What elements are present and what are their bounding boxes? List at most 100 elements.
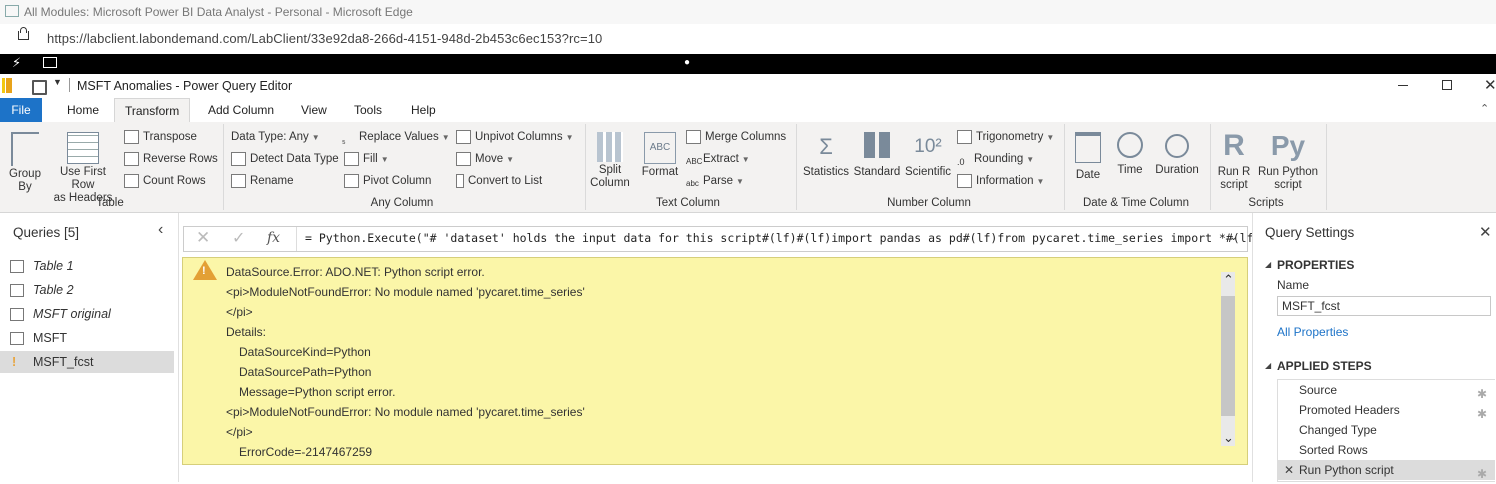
detect-data-type-button[interactable]: Detect Data Type <box>231 150 339 168</box>
merge-columns-button[interactable]: Merge Columns <box>686 128 786 146</box>
parse-button[interactable]: abc Parse ▼ <box>686 172 744 190</box>
extract-button[interactable]: ABCExtract ▼ <box>686 150 750 168</box>
tab-view[interactable]: View <box>291 98 337 122</box>
cancel-icon[interactable]: ✕ <box>196 228 210 248</box>
restore-icon[interactable] <box>1442 80 1452 90</box>
duration-button[interactable]: Duration <box>1150 132 1204 177</box>
count-rows-icon <box>124 173 139 188</box>
reverse-rows-button[interactable]: Reverse Rows <box>124 150 218 168</box>
transpose-button[interactable]: Transpose <box>124 128 197 146</box>
collapse-properties-icon[interactable]: ◢ <box>1265 260 1271 269</box>
date-button[interactable]: Date <box>1068 132 1108 182</box>
rename-button[interactable]: Rename <box>231 172 293 190</box>
step-run-python-script[interactable]: ✕ Run Python script ✱ <box>1277 460 1495 481</box>
close-settings-icon[interactable]: ✕ <box>1479 223 1492 241</box>
ribbon-separator <box>223 124 224 210</box>
minimize-icon[interactable] <box>1398 85 1408 86</box>
pin-icon[interactable]: ● <box>684 57 690 68</box>
reverse-rows-label: Reverse Rows <box>143 153 218 165</box>
query-item-msft[interactable]: MSFT <box>0 327 174 349</box>
query-item-msft-original[interactable]: MSFT original <box>0 303 174 325</box>
time-button[interactable]: Time <box>1110 132 1150 177</box>
data-type-dropdown[interactable]: Data Type: Any ▼ <box>231 128 320 146</box>
ribbon-separator <box>585 124 586 210</box>
scroll-down-icon[interactable]: ⌄ <box>1223 430 1234 446</box>
query-item-table-2[interactable]: Table 2 <box>0 279 174 301</box>
address-bar[interactable]: https://labclient.labondemand.com/LabCli… <box>0 24 1496 55</box>
step-label: Source <box>1299 383 1338 397</box>
run-python-script-label: Run Python script <box>1257 166 1319 191</box>
format-button[interactable]: ABC Format <box>638 132 682 179</box>
statistics-button[interactable]: Σ Statistics <box>800 132 852 179</box>
rounding-button[interactable]: .0 Rounding ▼ <box>957 150 1034 168</box>
table-icon <box>10 260 24 273</box>
name-input[interactable]: MSFT_fcst <box>1277 296 1491 316</box>
table-headers-icon <box>67 132 99 164</box>
group-by-icon <box>11 132 39 166</box>
save-icon[interactable] <box>32 80 47 95</box>
step-changed-type[interactable]: Changed Type <box>1277 420 1495 440</box>
scrollbar-thumb[interactable] <box>1221 296 1235 416</box>
split-column-button[interactable]: Split Column <box>588 132 632 190</box>
standard-button[interactable]: Standard <box>852 132 902 179</box>
lightning-icon[interactable]: ⚡ <box>12 55 21 71</box>
group-by-button[interactable]: Group By <box>5 132 45 194</box>
group-label-any-column: Any Column <box>370 197 434 209</box>
fill-button[interactable]: Fill ▼ <box>344 150 389 168</box>
error-scrollbar[interactable] <box>1221 272 1235 446</box>
trigonometry-button[interactable]: Trigonometry ▼ <box>957 128 1054 146</box>
scientific-button[interactable]: 10² Scientific <box>902 132 954 179</box>
step-sorted-rows[interactable]: Sorted Rows <box>1277 440 1495 460</box>
gear-icon[interactable]: ✱ <box>1477 464 1487 484</box>
tab-tools[interactable]: Tools <box>344 98 392 122</box>
tab-transform[interactable]: Transform <box>114 98 191 123</box>
step-promoted-headers[interactable]: Promoted Headers ✱ <box>1277 400 1495 421</box>
name-label: Name <box>1277 278 1310 292</box>
collapse-ribbon-icon[interactable]: ⌃ <box>1480 102 1489 115</box>
unpivot-columns-button[interactable]: Unpivot Columns ▼ <box>456 128 574 146</box>
format-icon: ABC <box>644 132 676 164</box>
use-first-row-button[interactable]: Use First Row as Headers <box>47 132 119 205</box>
run-r-script-button[interactable]: R Run R script <box>1214 128 1254 192</box>
step-label: Changed Type <box>1299 423 1377 437</box>
information-icon <box>957 173 972 188</box>
collapse-pane-icon[interactable]: ‹ <box>158 221 163 239</box>
query-label: Table 2 <box>33 283 74 297</box>
delete-step-icon[interactable]: ✕ <box>1284 460 1294 480</box>
convert-to-list-button[interactable]: Convert to List <box>456 172 542 190</box>
ribbon-separator <box>796 124 797 210</box>
tab-help[interactable]: Help <box>401 98 446 122</box>
trigonometry-icon <box>957 129 972 144</box>
parse-icon: abc <box>686 178 699 188</box>
collapse-steps-icon[interactable]: ◢ <box>1265 361 1271 370</box>
move-button[interactable]: Move ▼ <box>456 150 514 168</box>
pq-title-bar: ▼ MSFT Anomalies - Power Query Editor ✕ <box>0 74 1496 98</box>
group-by-label: Group By <box>9 168 41 193</box>
tab-file[interactable]: File <box>0 98 42 122</box>
expand-formula-icon[interactable]: ⌄ <box>1229 230 1238 243</box>
monitor-icon[interactable] <box>43 57 57 68</box>
edge-window-icon <box>5 5 19 17</box>
close-icon[interactable]: ✕ <box>1484 76 1496 94</box>
detect-data-type-icon <box>231 151 246 166</box>
split-column-label: Split Column <box>590 164 630 189</box>
information-button[interactable]: Information ▼ <box>957 172 1044 190</box>
query-item-msft-fcst[interactable]: ! MSFT_fcst <box>0 351 174 373</box>
quick-access-dropdown-icon[interactable]: ▼ <box>53 77 62 87</box>
commit-icon[interactable]: ✓ <box>232 228 245 248</box>
formula-input[interactable]: = Python.Execute("# 'dataset' holds the … <box>305 231 1260 245</box>
standard-icon <box>864 132 890 158</box>
run-python-script-button[interactable]: Py Run Python script <box>1256 128 1320 192</box>
address-url[interactable]: https://labclient.labondemand.com/LabCli… <box>47 31 602 46</box>
tab-add-column[interactable]: Add Column <box>198 98 284 122</box>
rename-icon <box>231 173 246 188</box>
tab-home[interactable]: Home <box>57 98 109 122</box>
scroll-up-icon[interactable]: ⌃ <box>1223 272 1234 288</box>
replace-values-button[interactable]: ₅ Replace Values ▼ <box>342 128 450 146</box>
fx-icon[interactable]: fx <box>267 230 280 246</box>
pivot-column-button[interactable]: Pivot Column <box>344 172 431 190</box>
step-source[interactable]: Source ✱ <box>1277 380 1495 401</box>
all-properties-link[interactable]: All Properties <box>1277 325 1348 339</box>
count-rows-button[interactable]: Count Rows <box>124 172 206 190</box>
query-item-table-1[interactable]: Table 1 <box>0 255 174 277</box>
